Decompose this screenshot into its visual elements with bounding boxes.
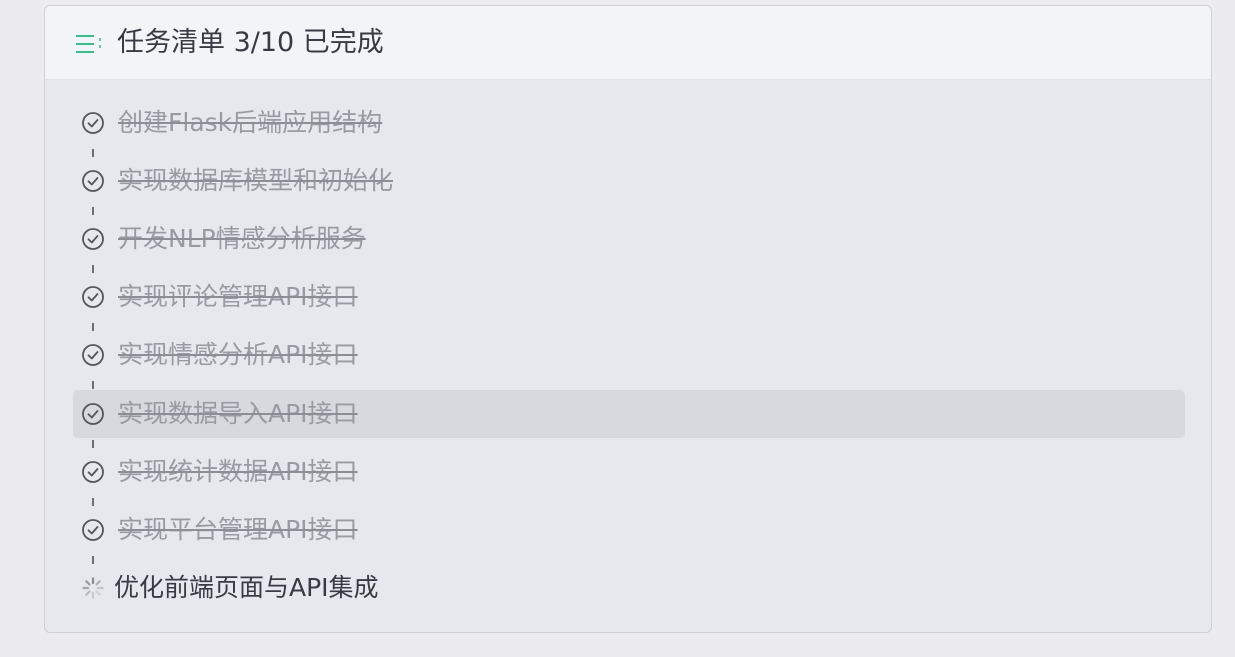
- todo-title: 任务清单 3/10 已完成: [117, 27, 384, 58]
- check-circle-icon: [82, 461, 104, 483]
- check-circle-icon: [82, 286, 104, 308]
- task-label: 实现评论管理API接口: [118, 282, 358, 311]
- list-icon: [76, 35, 101, 53]
- timeline-connector: [92, 498, 94, 506]
- task-label: 实现统计数据API接口: [118, 457, 358, 486]
- timeline-connector: [92, 556, 94, 564]
- task-label: 实现数据库模型和初始化: [118, 166, 394, 195]
- spinner-icon: [82, 577, 104, 599]
- task-item[interactable]: 创建Flask后端应用结构: [73, 99, 1185, 147]
- timeline-connector: [92, 149, 94, 157]
- timeline-connector: [92, 265, 94, 273]
- timeline-connector: [92, 381, 94, 389]
- task-label: 实现数据导入API接口: [118, 399, 358, 428]
- check-circle-icon: [82, 519, 104, 541]
- task-label: 创建Flask后端应用结构: [118, 108, 383, 137]
- todo-header: 任务清单 3/10 已完成: [45, 6, 1211, 80]
- timeline-connector: [92, 207, 94, 215]
- task-item[interactable]: 实现平台管理API接口: [73, 506, 1185, 554]
- task-label: 优化前端页面与API集成: [114, 573, 379, 602]
- check-circle-icon: [82, 344, 104, 366]
- task-item[interactable]: 实现情感分析API接口: [73, 331, 1185, 379]
- task-item[interactable]: 开发NLP情感分析服务: [73, 215, 1185, 263]
- check-circle-icon: [82, 228, 104, 250]
- timeline-connector: [92, 323, 94, 331]
- task-label: 开发NLP情感分析服务: [118, 224, 366, 253]
- check-circle-icon: [82, 170, 104, 192]
- task-label: 实现情感分析API接口: [118, 340, 358, 369]
- task-item[interactable]: 实现数据库模型和初始化: [73, 157, 1185, 205]
- task-item[interactable]: 实现统计数据API接口: [73, 448, 1185, 496]
- timeline-connector: [92, 440, 94, 448]
- task-item[interactable]: 实现评论管理API接口: [73, 273, 1185, 321]
- task-item-in-progress[interactable]: 优化前端页面与API集成: [73, 564, 1185, 612]
- task-item-hovered[interactable]: 实现数据导入API接口: [73, 390, 1185, 438]
- task-label: 实现平台管理API接口: [118, 515, 358, 544]
- check-circle-icon: [82, 403, 104, 425]
- todo-panel: 任务清单 3/10 已完成 创建Flask后端应用结构 实现数据库模型和初始化 …: [44, 5, 1212, 633]
- check-circle-icon: [82, 112, 104, 134]
